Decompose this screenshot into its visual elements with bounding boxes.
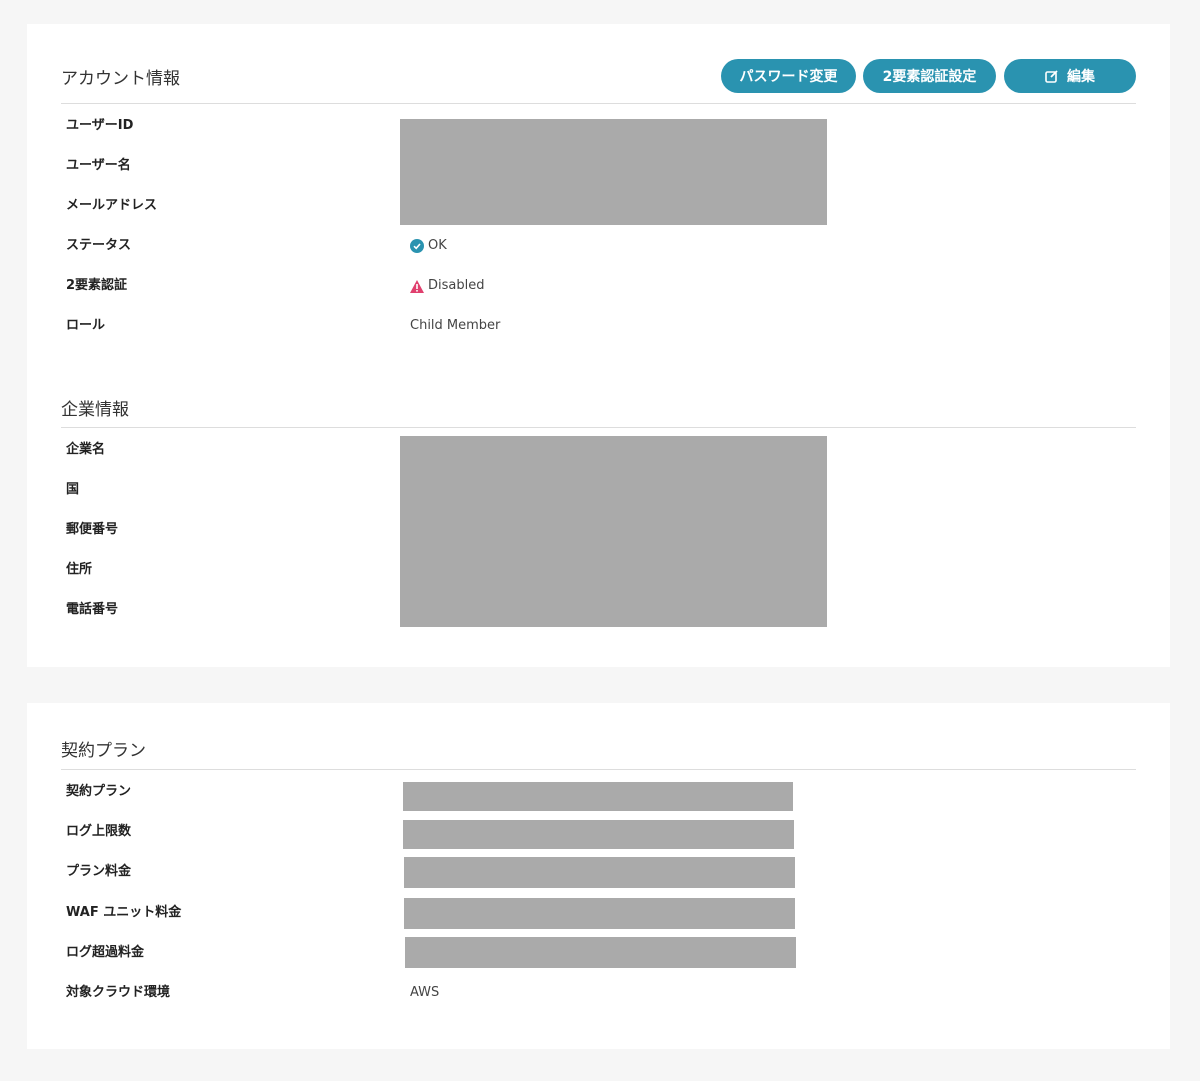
company-title: 企業情報 xyxy=(61,400,129,420)
label: WAF ユニット料金 xyxy=(66,905,182,920)
role-value: Child Member xyxy=(410,318,501,333)
divider xyxy=(61,103,1136,104)
two-factor-settings-button[interactable]: 2要素認証設定 xyxy=(863,59,996,93)
edit-button[interactable]: 編集 xyxy=(1004,59,1136,93)
label: 契約プラン xyxy=(66,784,132,799)
warning-icon xyxy=(410,279,424,293)
redacted-block xyxy=(400,436,827,627)
label: ログ上限数 xyxy=(66,824,132,839)
label: ユーザーID xyxy=(66,118,134,133)
plan-card: 契約プラン 契約プラン ログ上限数 プラン料金 WAF ユニット料金 ログ超過料… xyxy=(27,703,1170,1049)
change-password-button[interactable]: パスワード変更 xyxy=(721,59,856,93)
label: プラン料金 xyxy=(66,864,132,879)
redacted-block xyxy=(400,119,827,225)
row-cloud-env: 対象クラウド環境 AWS xyxy=(66,983,966,1003)
redacted-block xyxy=(403,782,793,811)
cloud-env-value: AWS xyxy=(410,985,440,1000)
redacted-block xyxy=(403,820,794,849)
check-circle-icon xyxy=(410,239,424,253)
redacted-block xyxy=(404,857,795,888)
row-status: ステータス OK xyxy=(66,236,966,256)
account-card: アカウント情報 パスワード変更 2要素認証設定 編集 ユーザーID ユーザー名 … xyxy=(27,24,1170,667)
two-factor-value: Disabled xyxy=(428,278,485,293)
label: 住所 xyxy=(66,562,93,577)
label: メールアドレス xyxy=(66,198,158,213)
edit-label: 編集 xyxy=(1067,69,1095,85)
label: ユーザー名 xyxy=(66,158,131,173)
row-role: ロール Child Member xyxy=(66,316,966,336)
label: 郵便番号 xyxy=(66,522,119,537)
label: ロール xyxy=(66,318,106,333)
plan-title: 契約プラン xyxy=(61,741,146,761)
account-title: アカウント情報 xyxy=(61,69,180,89)
label: ログ超過料金 xyxy=(66,945,145,960)
label: 2要素認証 xyxy=(66,278,128,293)
label: 企業名 xyxy=(66,442,106,457)
label: 国 xyxy=(66,482,80,497)
divider xyxy=(61,427,1136,428)
label: 電話番号 xyxy=(66,602,119,617)
redacted-block xyxy=(405,937,796,968)
redacted-block xyxy=(404,898,795,929)
label: 対象クラウド環境 xyxy=(66,985,171,1000)
divider xyxy=(61,769,1136,770)
status-value: OK xyxy=(428,238,447,253)
edit-icon xyxy=(1045,70,1058,83)
label: ステータス xyxy=(66,238,132,253)
row-two-factor: 2要素認証 Disabled xyxy=(66,276,966,296)
